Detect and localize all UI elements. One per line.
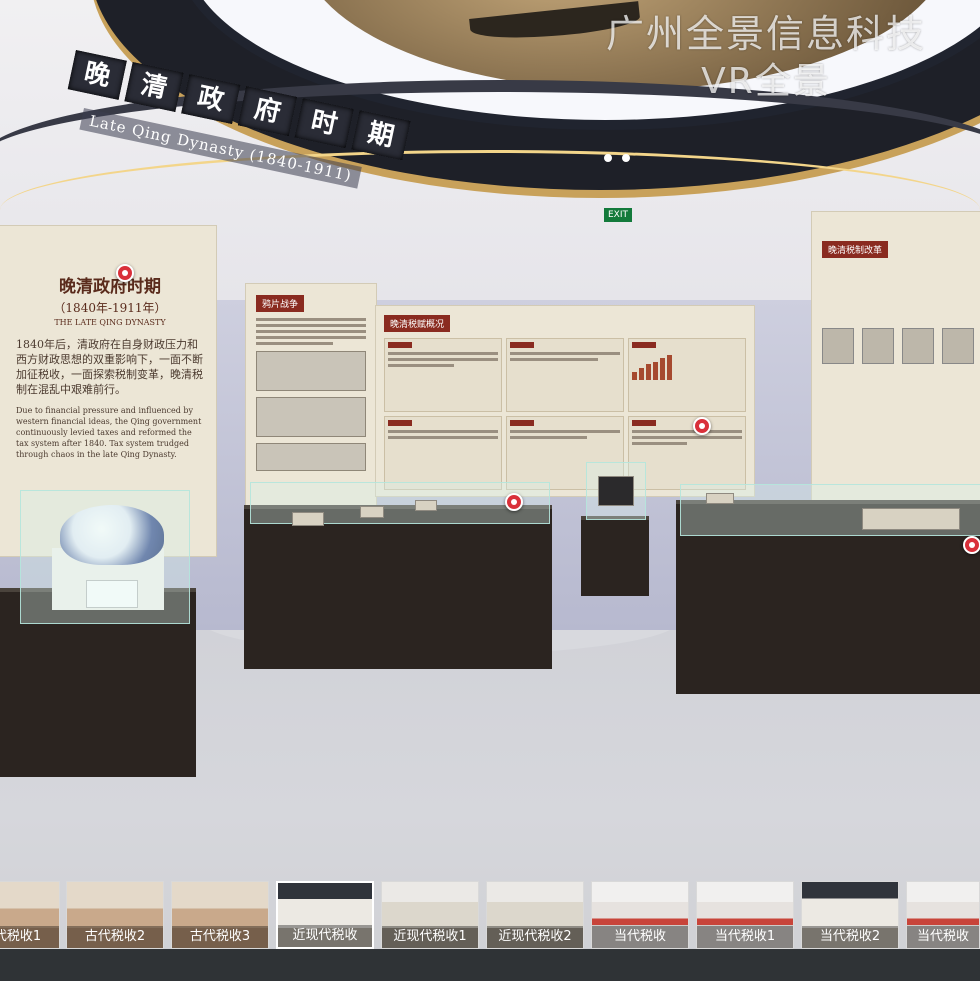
panel-cell xyxy=(506,338,624,412)
thumbnail-label: 近现代税收1 xyxy=(382,926,478,948)
info-hotspot[interactable] xyxy=(693,417,711,435)
thumbnail-label: 当代税收1 xyxy=(697,926,793,948)
artifact xyxy=(415,500,437,511)
scene-thumbnail[interactable]: 古代税收3 xyxy=(171,881,269,949)
info-hotspot[interactable] xyxy=(505,493,523,511)
thumbnail-label: 古代税收1 xyxy=(0,926,59,948)
panel-grid xyxy=(384,338,746,490)
info-hotspot[interactable] xyxy=(116,264,134,282)
spotlight xyxy=(604,154,612,162)
watermark-line1: 广州全景信息科技 xyxy=(605,12,926,56)
text-block xyxy=(256,318,366,345)
panel-tag: 晚清税赋概况 xyxy=(384,315,451,332)
bottom-bar xyxy=(0,949,980,981)
scene-thumbnail[interactable]: 当代税收2 xyxy=(801,881,899,949)
display-cabinet xyxy=(244,505,552,669)
artifact xyxy=(292,512,324,526)
thumbnail-label: 近现代税收2 xyxy=(487,926,583,948)
panel-tag: 晚清税制改革 xyxy=(822,241,889,258)
panel-cell xyxy=(628,338,746,412)
pedestal-cabinet xyxy=(581,516,649,596)
map-image xyxy=(256,351,366,391)
tax-overview-panel: 晚清税赋概况 xyxy=(376,306,754,496)
info-hotspot[interactable] xyxy=(963,536,980,554)
panorama-viewer[interactable]: 晚清政府时期 Late Qing Dynasty (1840-1911) EXI… xyxy=(0,0,980,981)
intro-title: 晚清政府时期 xyxy=(59,277,161,297)
thumbnail-label: 古代税收3 xyxy=(172,926,268,948)
artifact xyxy=(706,493,734,504)
glass-case xyxy=(20,490,190,624)
panel-cell xyxy=(384,338,502,412)
exit-sign: EXIT xyxy=(604,208,632,222)
thumbnail-label: 古代税收2 xyxy=(67,926,163,948)
intro-body-en: Due to financial pressure and influenced… xyxy=(16,406,202,459)
coin-display xyxy=(598,476,634,506)
watermark: 广州全景信息科技 VR全景 xyxy=(556,10,976,106)
intro-body-cn: 1840年后，清政府在自身财政压力和西方财政思想的双重影响下，一面不断加征税收，… xyxy=(16,338,203,396)
scene-thumbnail[interactable]: 当代税收1 xyxy=(696,881,794,949)
portrait-image xyxy=(942,328,974,364)
thumbnail-label: 当代税收 xyxy=(592,926,688,948)
panel-tag: 鸦片战争 xyxy=(256,295,305,312)
tax-reform-panel: 晚清税制改革 xyxy=(812,212,980,502)
thumbnail-label: 近现代税收 xyxy=(278,925,372,947)
scene-thumbnail[interactable]: 古代税收1 xyxy=(0,881,60,949)
intro-years: （1840年-1911年） xyxy=(53,301,167,315)
spotlight xyxy=(622,154,630,162)
portrait-row xyxy=(822,328,980,364)
portrait-image xyxy=(902,328,934,364)
scene-thumbnail-strip[interactable]: 古代税收1 古代税收2 古代税收3 近现代税收 近现代税收1 近现代税收2 当代… xyxy=(0,881,980,949)
portrait-image xyxy=(822,328,854,364)
portrait-image xyxy=(862,328,894,364)
scene-thumbnail[interactable]: 当代税收 xyxy=(906,881,980,949)
scene-thumbnail[interactable]: 当代税收 xyxy=(591,881,689,949)
scene-thumbnail[interactable]: 近现代税收2 xyxy=(486,881,584,949)
intro-title-en: THE LATE QING DYNASTY xyxy=(54,318,166,327)
thumbnail-label: 当代税收 xyxy=(907,926,979,948)
watermark-line2: VR全景 xyxy=(701,61,831,102)
scene-thumbnail[interactable]: 近现代税收 xyxy=(276,881,374,949)
artifact xyxy=(360,506,384,518)
scene-thumbnail[interactable]: 近现代税收1 xyxy=(381,881,479,949)
photo-image xyxy=(256,443,366,471)
document-artifact xyxy=(862,508,960,530)
ship-image xyxy=(256,397,366,437)
panel-cell xyxy=(384,416,502,490)
scene-thumbnail[interactable]: 古代税收2 xyxy=(66,881,164,949)
thumbnail-label: 当代税收2 xyxy=(802,926,898,948)
